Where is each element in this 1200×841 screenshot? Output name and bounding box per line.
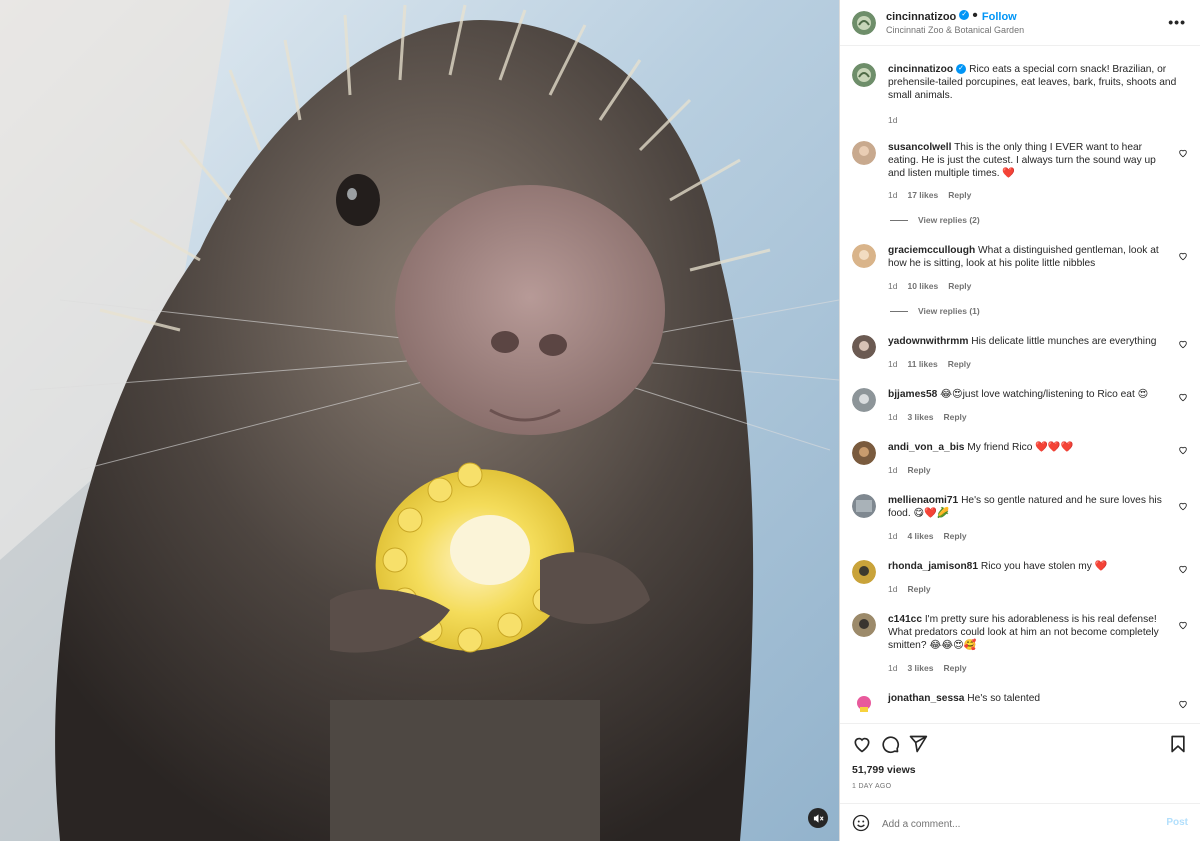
caption-avatar[interactable] (852, 63, 876, 87)
emoji-icon[interactable] (852, 814, 870, 832)
comment-username[interactable]: c141cc (888, 614, 922, 625)
commenter-avatar[interactable] (852, 613, 876, 637)
caption-time: 1d (888, 115, 898, 125)
commenter-avatar[interactable] (852, 244, 876, 268)
comment-time: 1d (888, 465, 898, 475)
comment-username[interactable]: bjjames58 (888, 389, 937, 400)
comment-likes[interactable]: 3 likes (907, 412, 933, 422)
reply-button[interactable]: Reply (907, 584, 930, 594)
comments-list[interactable]: cincinnatizoo ✓ Rico eats a special corn s… (840, 46, 1200, 723)
post-date: 1 DAY AGO (852, 783, 892, 790)
mute-button[interactable] (808, 808, 828, 828)
heart-icon[interactable] (1178, 148, 1188, 158)
comment-username[interactable]: graciemccullough (888, 245, 975, 256)
comment-time: 1d (888, 663, 898, 673)
view-replies-button[interactable]: View replies (1) (890, 306, 980, 316)
heart-icon[interactable] (1178, 699, 1188, 709)
post-location[interactable]: Cincinnati Zoo & Botanical Garden (886, 24, 1024, 37)
view-count[interactable]: 51,799 views (852, 764, 916, 776)
post-sidebar: cincinnatizoo ✓ • Follow Cincinnati Zoo & B… (839, 0, 1200, 841)
comment-username[interactable]: jonathan_sessa (888, 693, 964, 704)
commenter-avatar[interactable] (852, 494, 876, 518)
share-icon[interactable] (908, 734, 928, 754)
comment-input[interactable] (880, 813, 1144, 835)
comment-likes[interactable]: 11 likes (907, 359, 937, 369)
comment-text: He's so talented (967, 693, 1041, 704)
more-options-icon[interactable]: ••• (1168, 14, 1186, 30)
reply-button[interactable]: Reply (948, 281, 971, 291)
reply-button[interactable]: Reply (948, 190, 971, 200)
header-username[interactable]: cincinnatizoo (886, 11, 956, 23)
post-header: cincinnatizoo ✓ • Follow Cincinnati Zoo & B… (840, 0, 1200, 46)
post-modal: cincinnatizoo ✓ • Follow Cincinnati Zoo & B… (0, 0, 1200, 841)
comment-time: 1d (888, 359, 898, 369)
comment-text: 😂😍just love watching/listening to Rico e… (940, 389, 1149, 400)
comment-time: 1d (888, 281, 898, 291)
post-comment-button[interactable]: Post (1166, 817, 1188, 828)
comment-text: Rico you have stolen my ❤️ (980, 561, 1108, 572)
comment-time: 1d (888, 190, 898, 200)
comment-likes[interactable]: 4 likes (907, 531, 933, 541)
comment-icon[interactable] (880, 734, 900, 754)
comment-text: His delicate little munches are everythi… (971, 336, 1157, 347)
reply-button[interactable]: Reply (948, 359, 971, 369)
add-comment-bar: Post (840, 803, 1200, 841)
commenter-avatar[interactable] (852, 560, 876, 584)
heart-icon[interactable] (1178, 620, 1188, 630)
account-avatar[interactable] (852, 10, 876, 35)
view-replies-button[interactable]: View replies (2) (890, 215, 980, 225)
verified-badge-icon: ✓ (959, 10, 970, 21)
comment-time: 1d (888, 531, 898, 541)
heart-icon[interactable] (1178, 501, 1188, 511)
comment-username[interactable]: susancolwell (888, 142, 951, 153)
reply-button[interactable]: Reply (907, 465, 930, 475)
porcupine-photo (0, 0, 839, 841)
reply-button[interactable]: Reply (943, 663, 966, 673)
reply-button[interactable]: Reply (943, 531, 966, 541)
bookmark-icon[interactable] (1168, 734, 1188, 754)
commenter-avatar[interactable] (852, 335, 876, 359)
commenter-avatar[interactable] (852, 692, 876, 716)
verified-badge-icon: ✓ (956, 64, 967, 75)
comment-username[interactable]: mellienaomi71 (888, 495, 958, 506)
post-video[interactable] (0, 0, 839, 841)
reply-button[interactable]: Reply (943, 412, 966, 422)
comment-text: My friend Rico ❤️❤️❤️ (967, 442, 1074, 453)
commenter-avatar[interactable] (852, 388, 876, 412)
comment-likes[interactable]: 3 likes (907, 663, 933, 673)
mute-icon (813, 813, 824, 823)
caption-username[interactable]: cincinnatizoo (888, 64, 953, 75)
heart-icon[interactable] (1178, 251, 1188, 261)
heart-icon[interactable] (1178, 392, 1188, 402)
comment-time: 1d (888, 412, 898, 422)
comment-username[interactable]: andi_von_a_bis (888, 442, 964, 453)
comment-username[interactable]: yadownwithrmm (888, 336, 968, 347)
follow-button[interactable]: Follow (982, 11, 1017, 23)
comment-username[interactable]: rhonda_jamison81 (888, 561, 978, 572)
comment-likes[interactable]: 10 likes (907, 281, 938, 291)
commenter-avatar[interactable] (852, 141, 876, 165)
comment-time: 1d (888, 584, 898, 594)
heart-icon[interactable] (1178, 564, 1188, 574)
heart-icon[interactable] (1178, 339, 1188, 349)
like-heart-icon[interactable] (852, 734, 872, 754)
heart-icon[interactable] (1178, 445, 1188, 455)
comment-text: I'm pretty sure his adorableness is his … (888, 614, 1159, 651)
post-actions: 51,799 views 1 DAY AGO (840, 723, 1200, 803)
commenter-avatar[interactable] (852, 441, 876, 465)
comment-likes[interactable]: 17 likes (907, 190, 938, 200)
